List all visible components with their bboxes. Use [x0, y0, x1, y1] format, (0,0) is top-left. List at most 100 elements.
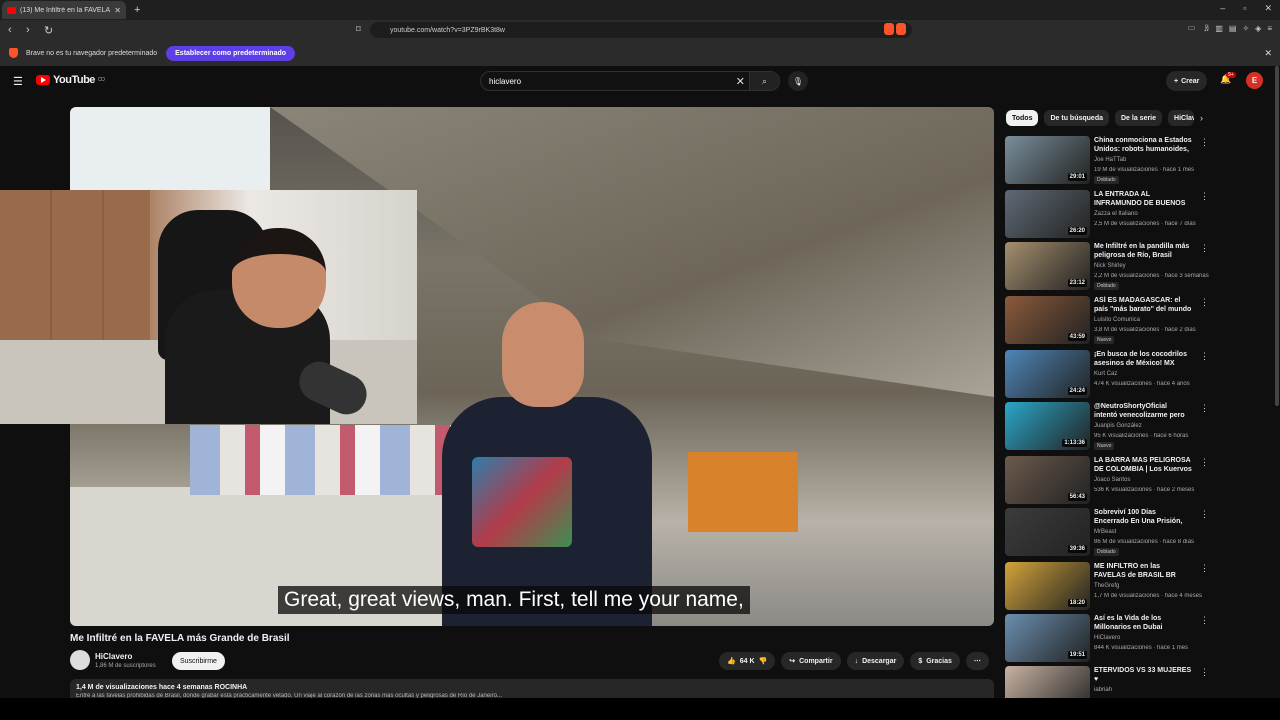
recommended-item[interactable]: 56:43 LA BARRA MAS PELIGROSA DE COLOMBIA …	[1005, 456, 1215, 506]
extensions-icon[interactable]: ✧	[1242, 24, 1249, 33]
channel-name[interactable]: HiClavero	[95, 652, 156, 661]
kebab-menu-icon[interactable]: ⋮	[1200, 191, 1209, 202]
kebab-menu-icon[interactable]: ⋮	[1200, 403, 1209, 414]
url-field[interactable]: youtube.com/watch?v=3PZ9rBK3t8w	[370, 22, 912, 38]
video-thumbnail[interactable]: 18:20	[1005, 562, 1090, 610]
kebab-menu-icon[interactable]: ⋮	[1200, 667, 1209, 678]
kebab-menu-icon[interactable]: ⋮	[1200, 351, 1209, 362]
back-icon[interactable]: ‹	[8, 24, 18, 36]
recommended-item[interactable]: 26:20 LA ENTRADA AL INFRAMUNDO DE BUENOS …	[1005, 190, 1215, 240]
recommended-title[interactable]: LA ENTRADA AL INFRAMUNDO DE BUENOS AIRES…	[1094, 190, 1192, 209]
music-icon[interactable]: ♫	[1203, 24, 1209, 33]
recommended-title[interactable]: LA BARRA MAS PELIGROSA DE COLOMBIA | Los…	[1094, 456, 1192, 475]
recommended-channel[interactable]: HiClavero	[1094, 635, 1120, 641]
minimize-icon[interactable]: –	[1220, 3, 1225, 14]
download-button[interactable]: ↓ Descargar	[846, 652, 905, 670]
share-button[interactable]: ↪ Compartir	[781, 652, 841, 670]
hamburger-menu-icon[interactable]: ☰	[13, 75, 23, 88]
youtube-logo[interactable]: YouTube CO	[36, 74, 105, 86]
recommended-channel[interactable]: Kurt Caz	[1094, 371, 1117, 377]
sidebar-icon[interactable]: ▥	[1215, 24, 1223, 33]
browser-tab[interactable]: (13) Me Infiltré en la FAVELA ✕	[2, 1, 126, 19]
recommended-title[interactable]: ETERVIDOS VS 33 MUJERES ♥	[1094, 666, 1192, 684]
like-button[interactable]: 👍 64 K 👎	[719, 652, 776, 670]
kebab-menu-icon[interactable]: ⋮	[1200, 563, 1209, 574]
kebab-menu-icon[interactable]: ⋮	[1200, 615, 1209, 626]
recommended-channel[interactable]: Nick Shirley	[1094, 263, 1126, 269]
create-button[interactable]: + Crear	[1166, 71, 1208, 91]
page-scrollbar[interactable]	[1275, 66, 1279, 406]
kebab-menu-icon[interactable]: ⋮	[1200, 297, 1209, 308]
forward-icon[interactable]: ›	[26, 24, 36, 36]
recommended-title[interactable]: Sobreviví 100 Días Encerrado En Una Pris…	[1094, 508, 1192, 527]
bookmark-icon[interactable]: ⌑	[356, 24, 361, 35]
avatar[interactable]: E	[1246, 72, 1263, 89]
wallet-icon[interactable]: ▤	[1229, 24, 1237, 33]
menu-icon[interactable]: ≡	[1267, 24, 1272, 33]
close-window-icon[interactable]: ✕	[1264, 3, 1272, 14]
search-box[interactable]: hiclavero ✕ ⌕	[480, 71, 780, 91]
set-default-button[interactable]: Establecer como predeterminado	[166, 45, 296, 61]
video-thumbnail[interactable]: 26:20	[1005, 190, 1090, 238]
recommended-channel[interactable]: MrBeast	[1094, 529, 1116, 535]
video-thumbnail[interactable]: 1:13:36	[1005, 402, 1090, 450]
recommended-title[interactable]: ¡En busca de los cocodrilos asesinos de …	[1094, 350, 1192, 368]
voice-search-icon[interactable]: 🎙	[788, 71, 808, 91]
recommended-item[interactable]: 29:01 China conmociona a Estados Unidos: …	[1005, 136, 1215, 186]
reload-icon[interactable]: ↻	[44, 24, 54, 37]
recommended-title[interactable]: Me Infiltré en la pandilla más peligrosa…	[1094, 242, 1192, 260]
maximize-icon[interactable]: ▫	[1243, 3, 1246, 14]
vpn-icon[interactable]: ◈	[1255, 24, 1261, 33]
subscribe-button[interactable]: Suscribirme	[172, 652, 225, 670]
chevron-right-icon[interactable]: ›	[1200, 113, 1203, 123]
recommended-channel[interactable]: Juanpis González	[1094, 423, 1142, 429]
kebab-menu-icon[interactable]: ⋮	[1200, 243, 1209, 254]
close-infobar-icon[interactable]: ✕	[1264, 48, 1272, 59]
more-actions-icon[interactable]: ⋯	[965, 652, 989, 670]
close-tab-icon[interactable]: ✕	[114, 6, 121, 15]
recommended-title[interactable]: @NeutroShortyOficial intentó venecolizar…	[1094, 402, 1192, 421]
chip-de-la-serie[interactable]: De la serie	[1115, 110, 1163, 126]
recommended-title[interactable]: ASÍ ES MADAGASCAR: el país "más barato" …	[1094, 296, 1192, 315]
recommended-channel[interactable]: Luisito Comunica	[1094, 317, 1140, 323]
chip-de-tu-busqueda[interactable]: De tu búsqueda	[1044, 110, 1109, 126]
clear-search-icon[interactable]: ✕	[736, 75, 745, 88]
recommended-item[interactable]: 18:20 ME INFILTRO en las FAVELAS de BRASI…	[1005, 562, 1215, 612]
brave-shields-icon[interactable]	[884, 23, 908, 35]
recommended-channel[interactable]: TheGrefg	[1094, 583, 1119, 589]
kebab-menu-icon[interactable]: ⋮	[1200, 509, 1209, 520]
video-thumbnail[interactable]: 56:43	[1005, 456, 1090, 504]
recommended-channel[interactable]: Zazza el Italiano	[1094, 211, 1138, 217]
chip-hiclavero[interactable]: HiClavero	[1168, 110, 1195, 126]
thanks-icon: $	[918, 657, 923, 665]
video-thumbnail[interactable]: 43:59	[1005, 296, 1090, 344]
thumbs-down-icon[interactable]: 👎	[759, 657, 768, 665]
thanks-button[interactable]: $ Gracias	[910, 652, 960, 670]
recommended-channel[interactable]: Joe HaTTab	[1094, 157, 1126, 163]
recommended-item[interactable]: 23:12 Me Infiltré en la pandilla más peli…	[1005, 242, 1215, 292]
recommended-item[interactable]: 1:13:36 @NeutroShortyOficial intentó vene…	[1005, 402, 1215, 452]
video-thumbnail[interactable]: 29:01	[1005, 136, 1090, 184]
video-thumbnail[interactable]: 23:12	[1005, 242, 1090, 290]
chip-todos[interactable]: Todos	[1006, 110, 1039, 126]
new-tab-button[interactable]: +	[134, 4, 140, 16]
channel-avatar[interactable]	[70, 650, 90, 670]
recommended-channel[interactable]: Joaco Santos	[1094, 477, 1130, 483]
recommended-channel[interactable]: iabriah	[1094, 687, 1112, 693]
recommended-title[interactable]: China conmociona a Estados Unidos: robot…	[1094, 136, 1192, 155]
kebab-menu-icon[interactable]: ⋮	[1200, 457, 1209, 468]
video-thumbnail[interactable]: 24:24	[1005, 350, 1090, 398]
recommended-item[interactable]: 43:59 ASÍ ES MADAGASCAR: el país "más bar…	[1005, 296, 1215, 346]
reader-icon[interactable]: ▭	[1188, 23, 1196, 32]
recommended-item[interactable]: 19:51 Así es la Vida de los Millonarios e…	[1005, 614, 1215, 664]
video-thumbnail[interactable]: 39:36	[1005, 508, 1090, 556]
recommended-item[interactable]: 39:36 Sobreviví 100 Días Encerrado En Una…	[1005, 508, 1215, 558]
recommended-title[interactable]: Así es la Vida de los Millonarios en Dub…	[1094, 614, 1192, 632]
search-icon[interactable]: ⌕	[749, 72, 779, 90]
recommended-title[interactable]: ME INFILTRO en las FAVELAS de BRASIL BR	[1094, 562, 1192, 580]
kebab-menu-icon[interactable]: ⋮	[1200, 137, 1209, 148]
channel-info[interactable]: HiClavero 1,86 M de suscriptores	[70, 650, 156, 670]
search-input[interactable]: hiclavero	[489, 77, 521, 86]
video-thumbnail[interactable]: 19:51	[1005, 614, 1090, 662]
recommended-item[interactable]: 24:24 ¡En busca de los cocodrilos asesino…	[1005, 350, 1215, 400]
